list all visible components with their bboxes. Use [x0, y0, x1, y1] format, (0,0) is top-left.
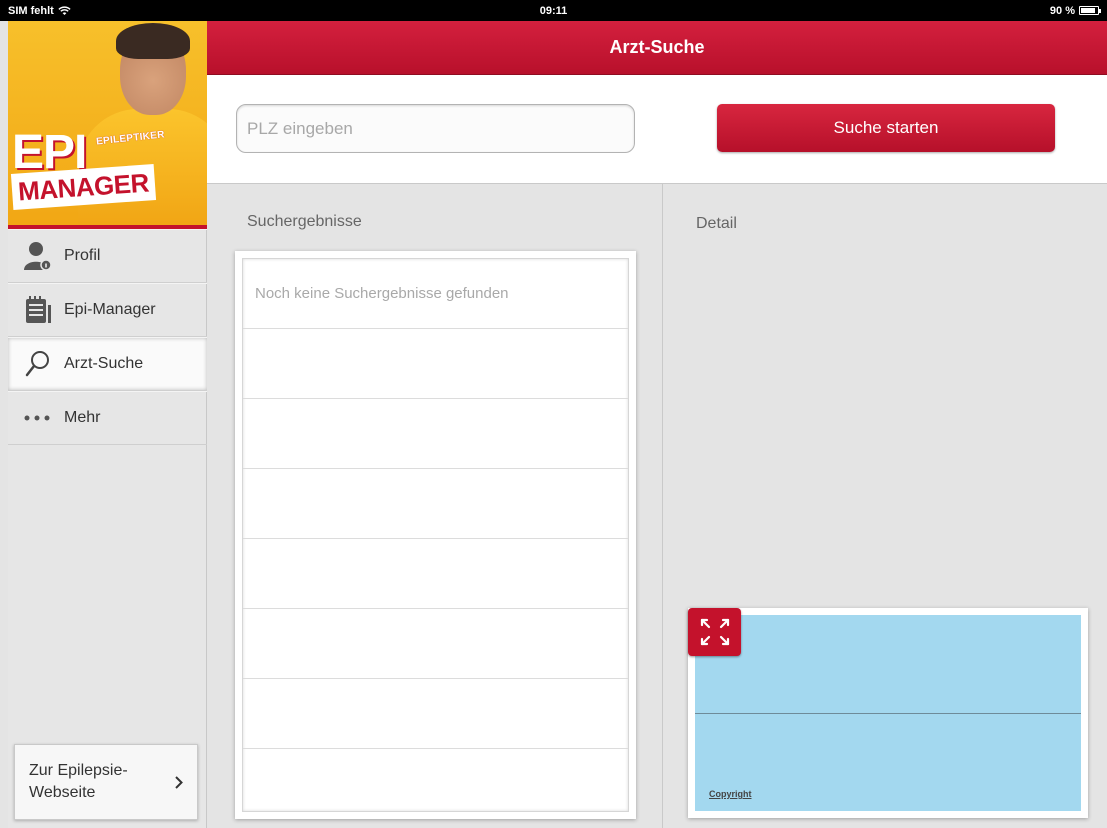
results-list-inner: Noch keine Suchergebnisse gefunden [242, 258, 629, 812]
sidebar-item-profil[interactable]: Profil [8, 229, 207, 283]
more-dots-icon [22, 402, 54, 434]
list-item [243, 679, 628, 749]
search-bar: Suche starten [207, 75, 1107, 184]
list-item [243, 539, 628, 609]
map-canvas[interactable]: Copyright [695, 615, 1081, 811]
chevron-right-icon [175, 775, 183, 789]
empty-results-text: Noch keine Suchergebnisse gefunden [255, 285, 509, 302]
list-item: Noch keine Suchergebnisse gefunden [243, 259, 628, 329]
map-view[interactable]: Copyright [688, 608, 1088, 818]
clock: 09:11 [539, 4, 568, 17]
epilepsy-website-link[interactable]: Zur Epilepsie-Webseite [14, 744, 198, 820]
sidebar-item-label: Arzt-Suche [64, 355, 144, 372]
panel-divider [662, 184, 663, 828]
list-item [243, 469, 628, 539]
sidebar-item-epi-manager[interactable]: Epi-Manager [8, 283, 207, 337]
wifi-icon [58, 5, 71, 15]
search-start-button[interactable]: Suche starten [717, 104, 1055, 152]
expand-icon [700, 618, 729, 646]
list-item [243, 399, 628, 469]
sidebar-item-label: Profil [64, 247, 101, 264]
notepad-icon [22, 294, 54, 326]
sidebar: EPILEPTIKER EPI MANAGER Profil Epi-Manag… [8, 21, 207, 828]
status-bar: SIM fehlt 09:11 90 % [0, 0, 1107, 21]
list-item [243, 609, 628, 679]
list-item [243, 749, 628, 811]
carrier-label: SIM fehlt [8, 4, 54, 17]
list-item [243, 329, 628, 399]
navbar: Arzt-Suche [207, 21, 1107, 75]
expand-map-button[interactable] [688, 608, 741, 656]
battery-percent: 90 % [1049, 4, 1075, 17]
battery-icon [1079, 6, 1101, 15]
map-copyright-link[interactable]: Copyright [709, 789, 752, 799]
logo-person-hair [116, 23, 190, 59]
page-title: Arzt-Suche [609, 37, 705, 57]
map-equator-line [695, 713, 1081, 714]
detail-title: Detail [696, 215, 737, 232]
sidebar-item-label: Mehr [64, 409, 101, 426]
sidebar-item-mehr[interactable]: Mehr [8, 391, 207, 445]
plz-input[interactable] [236, 104, 635, 153]
sidebar-item-label: Epi-Manager [64, 301, 156, 318]
results-list: Noch keine Suchergebnisse gefunden [235, 251, 636, 819]
profile-icon [22, 240, 54, 272]
sidebar-item-arzt-suche[interactable]: Arzt-Suche [8, 337, 207, 391]
magnifier-icon [22, 348, 54, 380]
results-title: Suchergebnisse [247, 213, 362, 230]
sidebar-nav: Profil Epi-Manager Arzt-Suche Mehr [8, 229, 207, 445]
app-logo: EPILEPTIKER EPI MANAGER [8, 21, 207, 229]
web-link-label: Zur Epilepsie-Webseite [29, 762, 128, 801]
